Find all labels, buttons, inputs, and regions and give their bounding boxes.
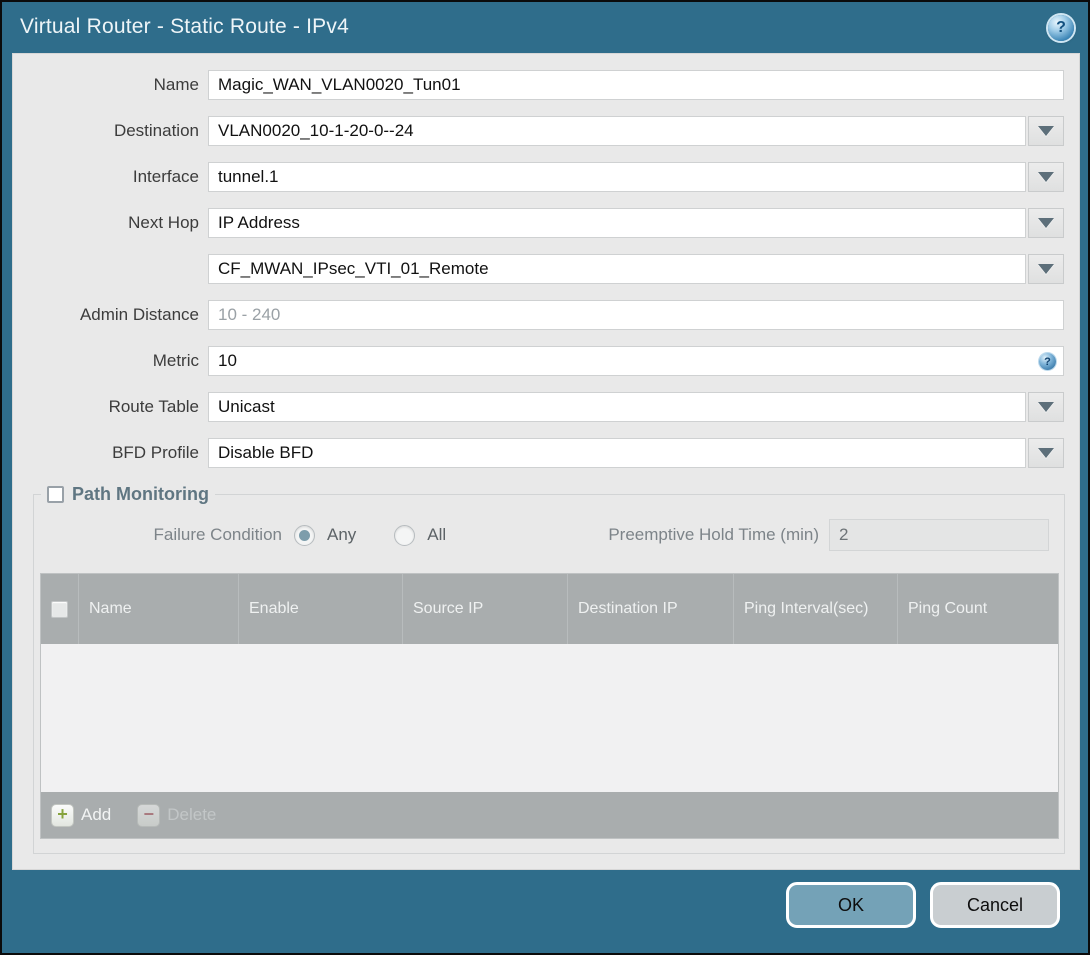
title-bar: Virtual Router - Static Route - IPv4 ?	[2, 2, 1088, 52]
form-row-name: Name	[13, 70, 1064, 100]
next-hop-address-dropdown-button[interactable]	[1028, 254, 1064, 284]
ok-button[interactable]: OK	[786, 882, 916, 928]
radio-selected-dot	[299, 529, 310, 541]
bfd-profile-dropdown-button[interactable]	[1028, 438, 1064, 468]
form-row-next-hop: Next Hop	[13, 208, 1064, 238]
column-header-enable[interactable]: Enable	[239, 574, 403, 644]
path-monitoring-legend: Path Monitoring	[41, 484, 215, 505]
chevron-down-icon	[1038, 126, 1054, 136]
bfd-profile-label: BFD Profile	[112, 443, 199, 462]
name-input[interactable]	[208, 70, 1064, 100]
delete-button-label: Delete	[167, 805, 217, 824]
failure-condition-any-label: Any	[327, 525, 357, 544]
chevron-down-icon	[1038, 218, 1054, 228]
dialog-content: Name Destination Interface	[12, 53, 1080, 870]
metric-input[interactable]	[208, 346, 1064, 376]
dialog-window: Virtual Router - Static Route - IPv4 ? N…	[2, 2, 1088, 953]
select-all-checkbox[interactable]	[51, 600, 68, 618]
path-monitoring-section: Path Monitoring Failure Condition Any Al…	[33, 484, 1065, 854]
help-icon[interactable]: ?	[1048, 15, 1074, 41]
dialog-title: Virtual Router - Static Route - IPv4	[20, 15, 349, 38]
failure-condition-all-label: All	[427, 525, 447, 544]
column-header-destination-ip[interactable]: Destination IP	[568, 574, 734, 644]
next-hop-address-input[interactable]	[208, 254, 1026, 284]
interface-label: Interface	[132, 167, 199, 186]
table-header-row: Name Enable Source IP Destination IP Pin…	[41, 574, 1058, 644]
delete-button[interactable]: − Delete	[137, 803, 217, 827]
chevron-down-icon	[1038, 264, 1054, 274]
preemptive-hold-time-input[interactable]	[829, 519, 1049, 551]
path-monitoring-options-row: Failure Condition Any All Preemptive Hol…	[49, 519, 1049, 551]
table-body-empty	[41, 644, 1058, 792]
path-monitoring-title: Path Monitoring	[72, 484, 209, 504]
form-row-admin-distance: Admin Distance	[13, 300, 1064, 330]
dialog-footer: OK Cancel	[2, 870, 1088, 953]
path-monitoring-table: Name Enable Source IP Destination IP Pin…	[40, 573, 1059, 839]
admin-distance-label: Admin Distance	[79, 305, 199, 324]
delete-minus-icon: −	[137, 803, 161, 827]
form-row-destination: Destination	[13, 116, 1064, 146]
interface-input[interactable]	[208, 162, 1026, 192]
form-row-route-table: Route Table	[13, 392, 1064, 422]
column-header-ping-interval[interactable]: Ping Interval(sec)	[734, 574, 898, 644]
name-label: Name	[153, 75, 199, 94]
destination-input[interactable]	[208, 116, 1026, 146]
destination-dropdown-button[interactable]	[1028, 116, 1064, 146]
next-hop-dropdown-button[interactable]	[1028, 208, 1064, 238]
column-header-name[interactable]: Name	[79, 574, 239, 644]
path-monitoring-checkbox[interactable]	[47, 486, 64, 503]
column-header-ping-count[interactable]: Ping Count	[898, 574, 1058, 644]
route-table-select[interactable]	[208, 392, 1026, 422]
metric-help-icon[interactable]: ?	[1039, 353, 1056, 370]
form-row-metric: Metric ?	[13, 346, 1064, 376]
metric-label: Metric	[152, 351, 199, 370]
add-button-label: Add	[81, 805, 112, 824]
add-plus-icon: +	[51, 803, 74, 827]
interface-dropdown-button[interactable]	[1028, 162, 1064, 192]
form-row-interface: Interface	[13, 162, 1064, 192]
chevron-down-icon	[1038, 402, 1054, 412]
metric-help-glyph: ?	[1044, 355, 1051, 368]
cancel-button[interactable]: Cancel	[930, 882, 1060, 928]
chevron-down-icon	[1038, 448, 1054, 458]
static-route-form: Name Destination Interface	[13, 54, 1079, 468]
failure-condition-label: Failure Condition	[153, 525, 282, 544]
form-row-next-hop-address	[13, 254, 1064, 284]
destination-label: Destination	[113, 121, 199, 140]
route-table-dropdown-button[interactable]	[1028, 392, 1064, 422]
admin-distance-input[interactable]	[208, 300, 1064, 330]
bfd-profile-select[interactable]	[208, 438, 1026, 468]
add-button[interactable]: + Add	[51, 803, 112, 827]
next-hop-label: Next Hop	[128, 213, 199, 232]
route-table-label: Route Table	[108, 397, 199, 416]
form-row-bfd-profile: BFD Profile	[13, 438, 1064, 468]
preemptive-hold-time-label: Preemptive Hold Time (min)	[608, 525, 819, 544]
column-header-source-ip[interactable]: Source IP	[403, 574, 568, 644]
failure-condition-any-radio[interactable]	[294, 524, 315, 546]
chevron-down-icon	[1038, 172, 1054, 182]
failure-condition-all-radio[interactable]	[394, 524, 416, 546]
next-hop-type-select[interactable]	[208, 208, 1026, 238]
table-footer-bar: + Add − Delete	[41, 792, 1058, 838]
help-icon-glyph: ?	[1056, 19, 1066, 36]
